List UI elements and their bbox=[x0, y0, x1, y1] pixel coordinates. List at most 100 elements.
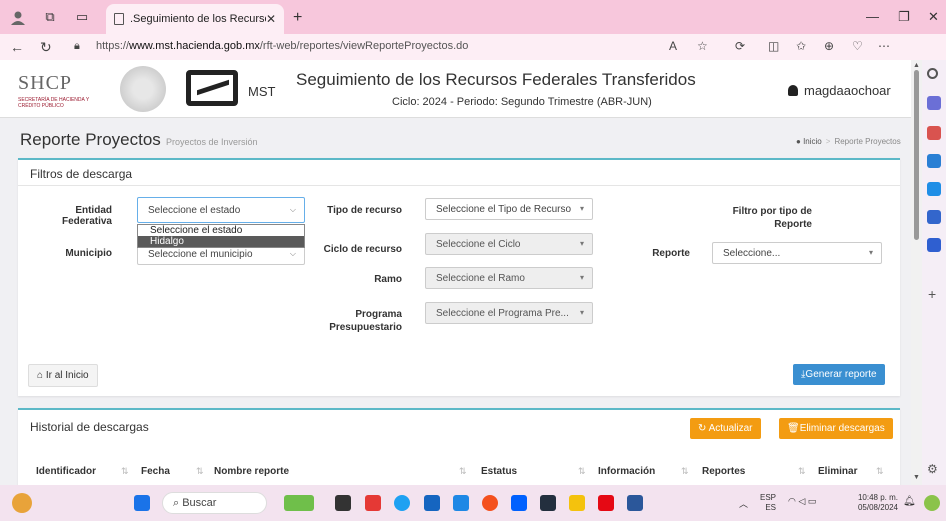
workspaces-icon[interactable]: ⧉ bbox=[42, 9, 58, 25]
store-icon[interactable] bbox=[424, 495, 440, 511]
column-header-informacion[interactable]: Información bbox=[598, 466, 655, 477]
entidad-option-hidalgo[interactable]: Hidalgo bbox=[138, 236, 304, 247]
lock-icon[interactable]: 🔒︎ bbox=[74, 40, 80, 53]
settings-gear-icon[interactable]: ⚙ bbox=[927, 462, 938, 476]
task-view-icon[interactable] bbox=[335, 495, 351, 511]
user-menu[interactable]: magdaaochoar bbox=[788, 83, 891, 98]
column-header-identificador[interactable]: Identificador bbox=[36, 466, 96, 477]
send-icon[interactable] bbox=[927, 238, 941, 252]
collections-icon[interactable]: ⊕ bbox=[824, 39, 834, 53]
close-tab-icon[interactable]: ✕ bbox=[266, 12, 276, 26]
refresh-icon[interactable]: ↻ bbox=[40, 39, 52, 56]
firefox-icon[interactable] bbox=[482, 495, 498, 511]
entidad-select[interactable]: Seleccione el estado ⌵ bbox=[137, 197, 305, 223]
edge-icon[interactable] bbox=[394, 495, 410, 511]
language-indicator[interactable]: ESP ES bbox=[754, 493, 776, 513]
actualizar-button[interactable]: ↻ Actualizar bbox=[690, 418, 761, 439]
office-icon[interactable] bbox=[927, 182, 941, 196]
page-bar: Reporte Proyectos Proyectos de Inversión… bbox=[0, 124, 911, 156]
close-window-icon[interactable]: ✕ bbox=[928, 9, 939, 25]
municipio-label: Municipio bbox=[65, 248, 112, 259]
new-tab-icon[interactable]: + bbox=[293, 9, 302, 27]
sort-icon[interactable]: ⇅ bbox=[578, 466, 586, 477]
sort-icon[interactable]: ⇅ bbox=[121, 466, 129, 477]
amazon-icon[interactable] bbox=[540, 495, 556, 511]
page-scrollbar[interactable]: ▲ ▼ bbox=[911, 60, 922, 485]
weather-widget-icon[interactable] bbox=[12, 493, 32, 513]
word-icon[interactable] bbox=[627, 495, 643, 511]
column-header-nombre-reporte[interactable]: Nombre reporte bbox=[214, 466, 289, 477]
sort-icon[interactable]: ⇅ bbox=[196, 466, 204, 477]
generar-reporte-label: Generar reporte bbox=[805, 369, 877, 380]
eliminar-descargas-button[interactable]: 🗑︎Eliminar descargas bbox=[779, 418, 893, 439]
ciclo-select[interactable]: Seleccione el Ciclo ▾ bbox=[425, 233, 593, 255]
add-sidebar-icon[interactable]: + bbox=[928, 286, 936, 302]
browser-tab[interactable]: .Seguimiento de los Recursos Fe ✕ bbox=[106, 4, 284, 34]
dropbox-icon[interactable] bbox=[511, 495, 527, 511]
minimize-icon[interactable]: — bbox=[866, 9, 879, 24]
ramo-select[interactable]: Seleccione el Ramo ▾ bbox=[425, 267, 593, 289]
scroll-down-icon[interactable]: ▼ bbox=[913, 474, 920, 481]
back-icon[interactable]: ← bbox=[10, 39, 24, 55]
programa-select[interactable]: Seleccione el Programa Pre... ▾ bbox=[425, 302, 593, 324]
wifi-volume-battery-icon[interactable]: ◠ ◁ ▭ bbox=[788, 496, 816, 507]
profile-icon[interactable] bbox=[10, 9, 26, 25]
ir-al-inicio-button[interactable]: ⌂ Ir al Inicio bbox=[28, 364, 98, 387]
browser-titlebar: ⧉ ▭ .Seguimiento de los Recursos Fe ✕ + … bbox=[0, 0, 946, 34]
show-hidden-icons-icon[interactable]: ︿ bbox=[739, 497, 748, 510]
read-aloud-icon[interactable]: A bbox=[669, 39, 677, 53]
tab-actions-icon[interactable]: ▭ bbox=[74, 9, 90, 25]
sort-icon[interactable]: ⇅ bbox=[459, 466, 467, 477]
favorites-icon[interactable]: ✩ bbox=[796, 39, 806, 53]
tipo-recurso-select[interactable]: Seleccione el Tipo de Recurso ▾ bbox=[425, 198, 593, 220]
browser-essentials-icon[interactable]: ♡ bbox=[852, 39, 863, 53]
tipo-recurso-select-value: Seleccione el Tipo de Recurso bbox=[436, 204, 572, 215]
breadcrumb-home[interactable]: Inicio bbox=[803, 137, 822, 146]
scrollbar-thumb[interactable] bbox=[914, 70, 919, 240]
column-header-eliminar[interactable]: Eliminar bbox=[818, 466, 857, 477]
sort-icon[interactable]: ⇅ bbox=[798, 466, 806, 477]
column-header-estatus[interactable]: Estatus bbox=[481, 466, 517, 477]
generar-reporte-button[interactable]: ⤓Generar reporte bbox=[793, 364, 885, 385]
copilot-icon[interactable] bbox=[924, 495, 940, 511]
username: magdaaochoar bbox=[804, 83, 891, 98]
windows-start-icon[interactable] bbox=[134, 495, 150, 511]
ir-al-inicio-label: Ir al Inicio bbox=[45, 370, 89, 381]
mail-icon[interactable] bbox=[453, 495, 469, 511]
entidad-label: Entidad Federativa bbox=[61, 205, 112, 227]
outlook-icon[interactable] bbox=[927, 210, 941, 224]
sort-icon[interactable]: ⇅ bbox=[681, 466, 689, 477]
entidad-option[interactable]: Seleccione el estado bbox=[138, 225, 304, 236]
column-header-fecha[interactable]: Fecha bbox=[141, 466, 170, 477]
favorite-star-icon[interactable]: ☆ bbox=[697, 39, 708, 53]
entidad-dropdown-list[interactable]: Seleccione el estado Hidalgo bbox=[137, 224, 305, 248]
municipio-select-value: Seleccione el municipio bbox=[148, 249, 253, 260]
restore-icon[interactable]: ❐ bbox=[898, 9, 910, 25]
games-icon[interactable] bbox=[927, 154, 941, 168]
scroll-up-icon[interactable]: ▲ bbox=[913, 62, 920, 69]
clock[interactable]: 10:48 p. m. 05/08/2024 bbox=[838, 493, 898, 513]
url-field[interactable]: https://www.mst.hacienda.gob.mx/rft-web/… bbox=[96, 40, 468, 52]
column-header-reportes[interactable]: Reportes bbox=[702, 466, 745, 477]
caret-down-icon: ▾ bbox=[579, 239, 584, 248]
widgets-icon[interactable] bbox=[284, 495, 314, 511]
reporte-select[interactable]: Seleccione... ▾ bbox=[712, 242, 882, 264]
more-menu-icon[interactable]: ⋯ bbox=[878, 39, 890, 53]
tools-icon[interactable] bbox=[927, 126, 941, 140]
shopping-icon[interactable] bbox=[927, 96, 941, 110]
sort-icon[interactable]: ⇅ bbox=[876, 466, 884, 477]
caret-down-icon: ▾ bbox=[579, 308, 584, 317]
extensions-icon[interactable]: ⟳ bbox=[735, 39, 745, 53]
taskbar-search[interactable]: ⌕ Buscar bbox=[162, 492, 267, 514]
split-screen-icon[interactable]: ◫ bbox=[768, 39, 779, 53]
youtube-icon[interactable] bbox=[365, 495, 381, 511]
ciclo-label: Ciclo de recurso bbox=[323, 244, 402, 255]
tab-title: .Seguimiento de los Recursos Fe bbox=[130, 13, 266, 25]
netflix-icon[interactable] bbox=[598, 495, 614, 511]
url-domain: www.mst.hacienda.gob.mx bbox=[129, 40, 260, 52]
ramo-label: Ramo bbox=[374, 274, 402, 285]
file-explorer-icon[interactable] bbox=[569, 495, 585, 511]
notification-bell-icon[interactable]: 🔔︎ bbox=[903, 496, 916, 507]
search-icon[interactable] bbox=[927, 68, 938, 79]
caret-down-icon: ▾ bbox=[579, 204, 584, 213]
